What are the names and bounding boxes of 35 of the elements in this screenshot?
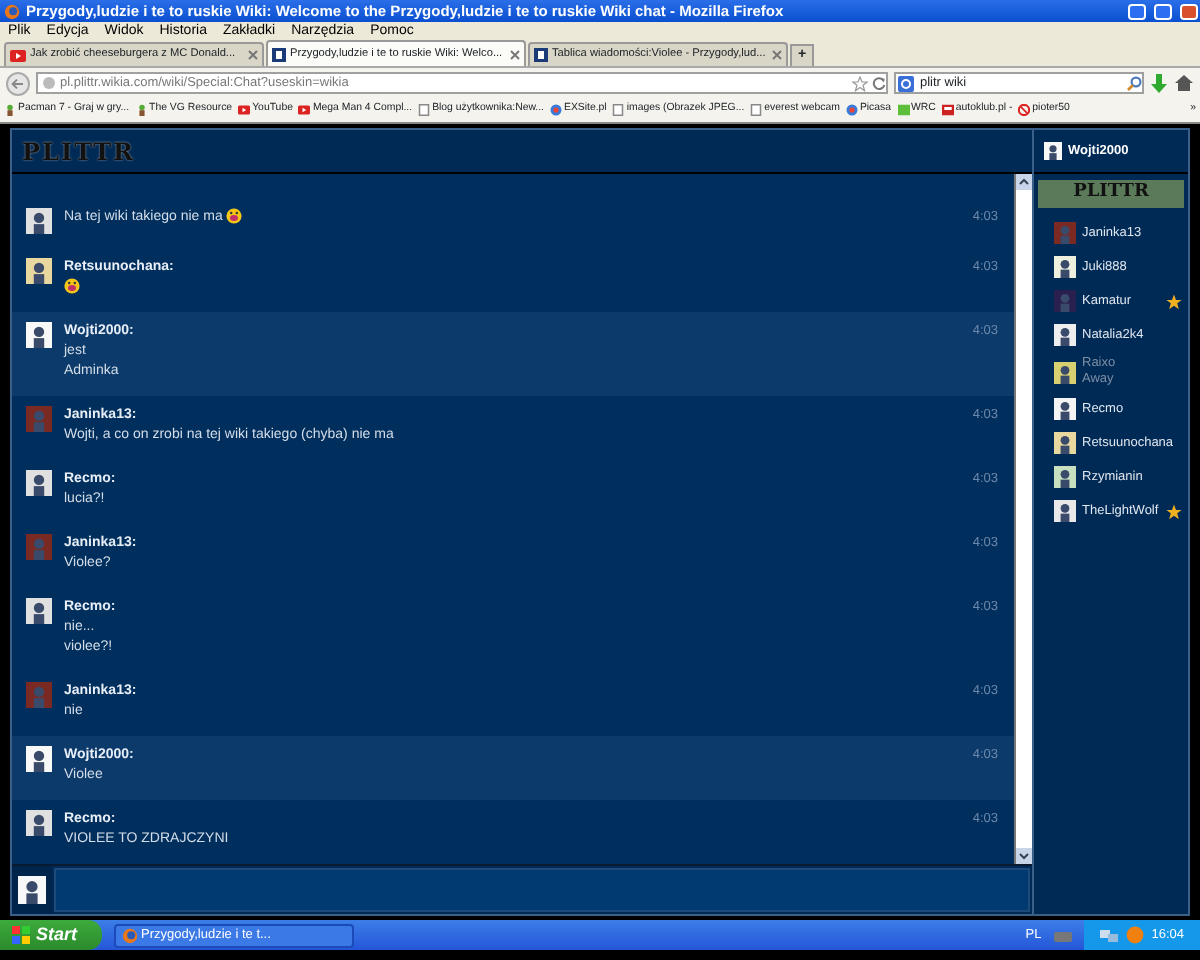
start-button[interactable]: Start	[0, 920, 102, 950]
emoji-icon	[64, 278, 80, 295]
page-icon	[272, 47, 286, 61]
logo: PLITTR	[22, 139, 135, 163]
star-icon[interactable]	[852, 75, 868, 91]
page-icon	[612, 103, 625, 116]
maximize-button[interactable]	[1154, 3, 1172, 19]
firefox-icon	[121, 927, 138, 943]
play-icon	[238, 103, 251, 116]
search-icon[interactable]	[1126, 75, 1142, 91]
close-button[interactable]	[1180, 3, 1198, 19]
play-icon	[298, 103, 311, 116]
square-icon	[897, 103, 910, 116]
figure-icon	[135, 103, 148, 116]
scroll-up-icon[interactable]	[1016, 174, 1032, 190]
page-icon	[418, 103, 431, 116]
emoji-icon	[226, 208, 243, 225]
scroll-down-icon[interactable]	[1016, 848, 1032, 864]
close-icon[interactable]	[510, 49, 520, 59]
square-icon	[941, 103, 954, 116]
firefox-icon	[4, 3, 20, 19]
wiki-banner: PLITTR	[1038, 180, 1184, 208]
close-icon[interactable]	[248, 50, 258, 60]
minimize-button[interactable]	[1128, 3, 1146, 19]
page-icon	[750, 103, 763, 116]
figure-icon	[4, 103, 16, 116]
close-icon[interactable]	[772, 50, 782, 60]
page-icon	[534, 48, 548, 62]
home-icon[interactable]	[1174, 74, 1194, 92]
windows-logo-icon	[12, 926, 30, 944]
circle-icon	[1018, 103, 1031, 116]
reload-icon[interactable]	[872, 76, 886, 90]
back-icon[interactable]	[6, 71, 30, 95]
message-input[interactable]	[54, 868, 1030, 912]
play-icon	[10, 49, 26, 61]
